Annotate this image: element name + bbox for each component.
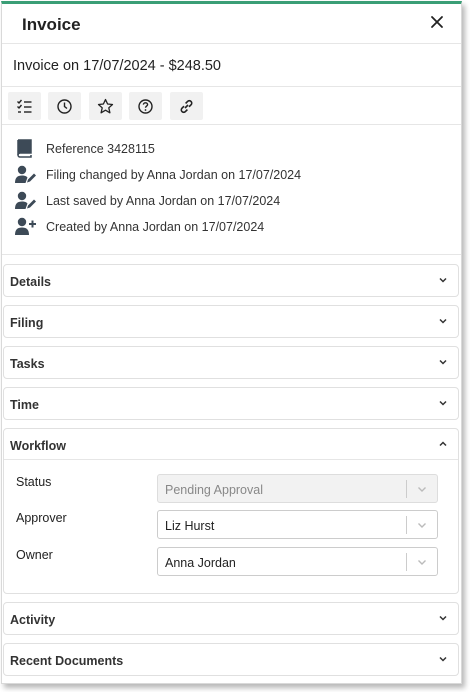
user-edit-icon [14,164,37,185]
section-tasks: Tasks [3,346,459,379]
link-button[interactable] [169,92,203,120]
status-value: Pending Approval [165,483,263,497]
chevron-up-icon [439,441,447,447]
section-tasks-label: Tasks [10,357,45,371]
section-activity: Activity [3,602,459,635]
section-tasks-header[interactable]: Tasks [4,347,458,378]
book-icon [14,138,37,159]
approver-value: Liz Hurst [165,519,215,533]
section-filing-header[interactable]: Filing [4,306,458,337]
owner-value: Anna Jordan [165,556,236,570]
filing-changed-text: Filing changed by Anna Jordan on 17/07/2… [46,168,302,182]
section-recent-documents: Recent Documents [3,643,459,676]
section-workflow-header[interactable]: Workflow [4,429,458,460]
clock-icon [57,99,73,114]
star-icon [97,98,114,114]
checklist-icon [17,99,32,113]
select-separator [406,480,407,498]
status-select: Pending Approval [157,474,438,503]
favourite-button[interactable] [88,92,122,120]
history-button[interactable] [48,92,82,120]
select-separator [406,516,407,534]
invoice-summary: Invoice on 17/07/2024 - $248.50 [2,44,461,87]
reference-text: Reference 3428115 [46,142,155,156]
section-activity-header[interactable]: Activity [4,603,458,634]
approver-label: Approver [16,511,67,525]
panel-title: Invoice [22,15,81,34]
created-row: Created by Anna Jordan on 17/07/2024 [2,215,461,241]
invoice-summary-title: Invoice on 17/07/2024 - $248.50 [13,58,221,74]
created-text: Created by Anna Jordan on 17/07/2024 [46,220,265,234]
chevron-down-icon [418,487,426,492]
approver-select[interactable]: Liz Hurst [157,510,438,539]
owner-label: Owner [16,548,53,562]
last-saved-row: Last saved by Anna Jordan on 17/07/2024 [2,189,461,215]
section-activity-label: Activity [10,613,56,627]
chevron-down-icon [418,560,426,565]
link-icon [180,99,193,114]
last-saved-text: Last saved by Anna Jordan on 17/07/2024 [46,194,281,208]
section-workflow: Workflow Status Pending Approval Approve… [3,428,459,594]
section-recent-documents-label: Recent Documents [10,654,124,668]
section-details-header[interactable]: Details [4,265,458,296]
help-button[interactable] [129,92,163,120]
chevron-down-icon [439,656,447,662]
user-plus-icon [14,216,37,237]
section-recent-documents-header[interactable]: Recent Documents [4,644,458,675]
chevron-down-icon [439,359,447,365]
status-row: Status Pending Approval [4,474,458,507]
section-time-label: Time [10,398,39,412]
workflow-body: Status Pending Approval Approver Liz Hur… [4,460,458,593]
question-icon [138,99,154,114]
user-edit-icon [14,190,37,211]
status-label: Status [16,475,52,489]
chevron-down-icon [439,400,447,406]
approver-row: Approver Liz Hurst [4,510,458,543]
select-separator [406,553,407,571]
chevron-down-icon [418,523,426,528]
reference-row: Reference 3428115 [2,137,461,163]
filing-changed-row: Filing changed by Anna Jordan on 17/07/2… [2,163,461,189]
chevron-down-icon [439,318,447,324]
section-details: Details [3,264,459,297]
section-details-label: Details [10,275,51,289]
section-workflow-label: Workflow [10,439,67,453]
close-icon[interactable] [427,12,447,32]
section-time: Time [3,387,459,420]
owner-select[interactable]: Anna Jordan [157,547,438,576]
record-info: Reference 3428115 Filing changed by Anna… [2,125,461,255]
toolbar [2,87,461,125]
owner-row: Owner Anna Jordan [4,547,458,580]
section-filing: Filing [3,305,459,338]
section-filing-label: Filing [10,316,44,330]
section-time-header[interactable]: Time [4,388,458,419]
chevron-down-icon [439,277,447,283]
chevron-down-icon [439,615,447,621]
invoice-panel: Invoice Invoice on 17/07/2024 - $248.50 [1,1,462,684]
checklist-button[interactable] [8,92,41,120]
panel-header: Invoice [2,4,461,44]
